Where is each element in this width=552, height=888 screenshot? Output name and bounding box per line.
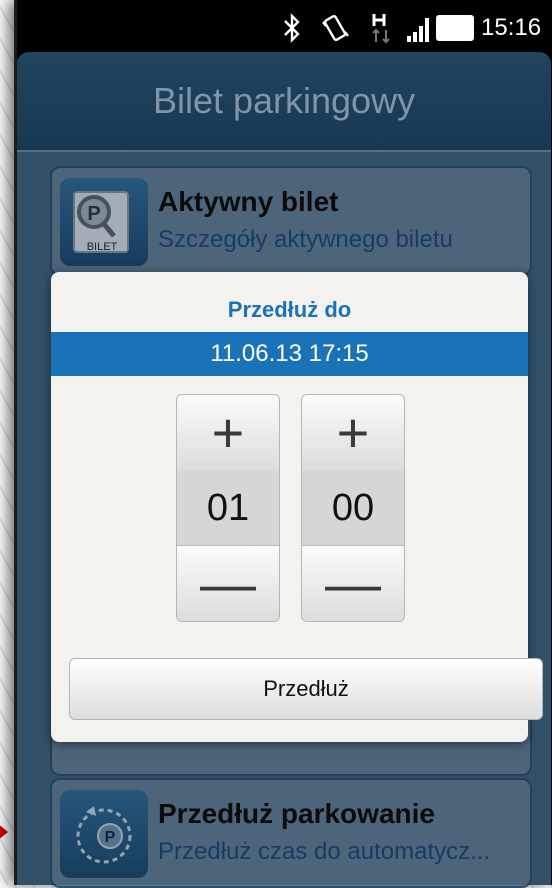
- red-arrow-marker: [0, 814, 8, 850]
- extend-dialog: Przedłuż do 11.06.13 17:15 + 01 — + 00 —…: [51, 272, 543, 742]
- vibrate-icon: [322, 15, 349, 41]
- status-time: 15:16: [481, 14, 542, 41]
- bluetooth-icon: [284, 13, 300, 43]
- minutes-increment-button[interactable]: +: [302, 395, 404, 472]
- hours-picker: + 01 —: [176, 394, 280, 622]
- battery-icon: 46: [436, 15, 474, 41]
- hours-increment-button[interactable]: +: [177, 395, 279, 472]
- dialog-date-value: 11.06.13 17:15: [51, 332, 528, 376]
- extend-button[interactable]: Przedłuż: [69, 658, 543, 720]
- hours-decrement-button[interactable]: —: [177, 545, 279, 621]
- phone-screen: 46 15:16 Bilet parkingowy P BILET Aktywn…: [14, 0, 552, 888]
- hspa-icon: [372, 14, 390, 44]
- dialog-title: Przedłuż do: [227, 297, 352, 322]
- minutes-picker: + 00 —: [301, 394, 405, 622]
- minutes-decrement-button[interactable]: —: [302, 545, 404, 621]
- minutes-value[interactable]: 00: [302, 471, 404, 545]
- signal-icon: [407, 18, 429, 42]
- status-bar: 46 15:16: [17, 0, 552, 56]
- hours-value[interactable]: 01: [177, 471, 279, 545]
